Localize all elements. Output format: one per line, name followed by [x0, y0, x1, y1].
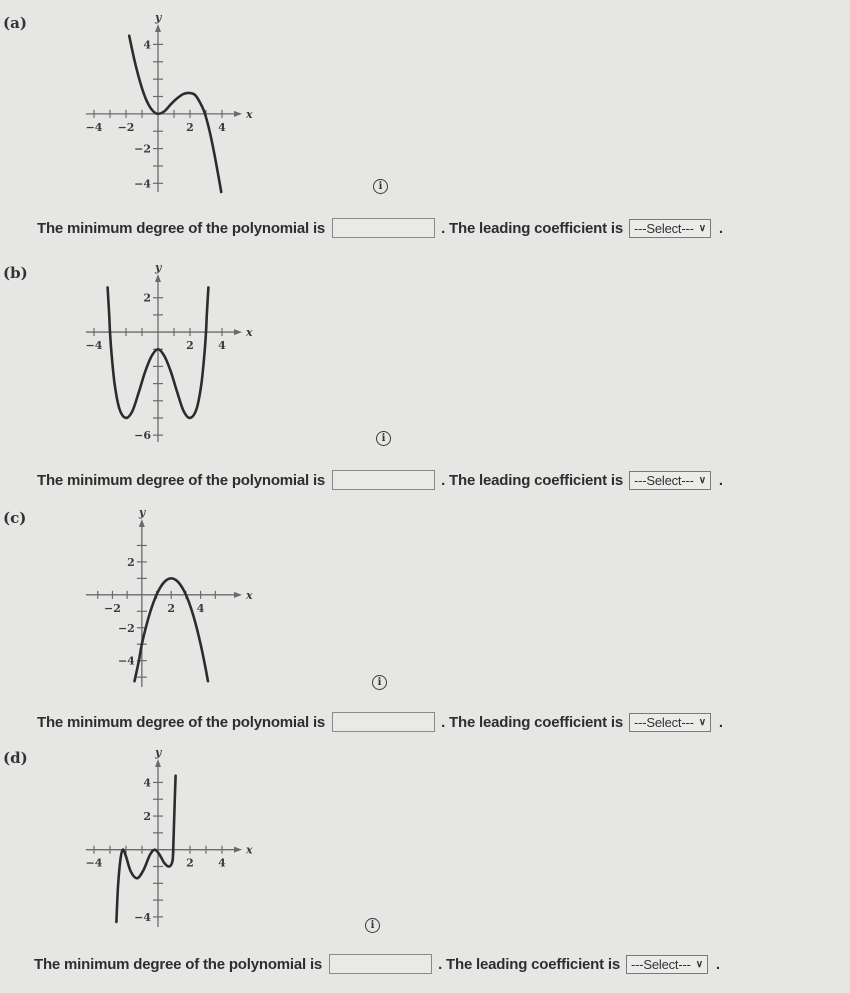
- polynomial-curve: [115, 774, 177, 924]
- x-axis-arrow: [234, 110, 242, 117]
- question-part-a: (a) −4 −2 2 4 4 −2 −4 x y i The minimum degree o…: [0, 0, 850, 250]
- y-tick-label: −4: [134, 911, 151, 924]
- select-value: ---Select---: [634, 472, 694, 488]
- question-row: The minimum degree of the polynomial is …: [34, 954, 720, 974]
- question-middle: . The leading coefficient is: [438, 955, 621, 973]
- leading-coefficient-select[interactable]: ---Select--- ∨: [629, 712, 711, 732]
- question-suffix: .: [718, 471, 723, 489]
- y-tick-label: 2: [143, 810, 151, 823]
- y-tick-label: 2: [127, 556, 135, 569]
- graph-d: −4 2 4 4 2 −4 x y: [78, 746, 253, 935]
- chevron-down-icon: ∨: [698, 716, 706, 728]
- degree-input[interactable]: [329, 954, 433, 974]
- y-axis-label: y: [154, 746, 163, 759]
- question-part-c: (c) −2 2 4 2 −2 −4 x y i The minimum degree of …: [0, 495, 850, 735]
- x-tick-label: −4: [86, 857, 103, 870]
- question-row: The minimum degree of the polynomial is …: [37, 218, 723, 238]
- y-tick-label: 4: [143, 776, 151, 789]
- question-suffix: .: [718, 219, 723, 237]
- graph-a: −4 −2 2 4 4 −2 −4 x y: [78, 11, 253, 200]
- graph-b: −4 2 4 2 −6 x y: [78, 261, 253, 450]
- y-axis-label: y: [138, 506, 147, 519]
- select-value: ---Select---: [634, 714, 694, 730]
- part-label: (c): [3, 509, 27, 527]
- x-tick-label: −4: [86, 339, 103, 352]
- info-icon[interactable]: i: [376, 431, 391, 446]
- y-tick-label: 4: [143, 38, 151, 51]
- question-prefix: The minimum degree of the polynomial is: [34, 955, 323, 973]
- part-label: (b): [3, 264, 28, 282]
- leading-coefficient-select[interactable]: ---Select--- ∨: [629, 470, 711, 490]
- y-axis-label: y: [154, 261, 163, 274]
- question-prefix: The minimum degree of the polynomial is: [37, 219, 326, 237]
- y-axis-arrow: [155, 24, 161, 32]
- y-axis-arrow: [155, 759, 161, 767]
- y-tick-label: −4: [118, 655, 135, 668]
- x-axis-arrow: [234, 846, 242, 853]
- x-tick-label: −2: [118, 121, 135, 134]
- degree-input[interactable]: [332, 470, 436, 490]
- y-tick-label: −2: [118, 622, 135, 635]
- question-middle: . The leading coefficient is: [441, 713, 624, 731]
- x-tick-label: −4: [86, 121, 103, 134]
- y-axis-label: y: [154, 11, 163, 24]
- leading-coefficient-select[interactable]: ---Select--- ∨: [629, 218, 711, 238]
- info-icon[interactable]: i: [372, 675, 387, 690]
- part-label: (a): [3, 14, 27, 32]
- graph-c: −2 2 4 2 −2 −4 x y: [78, 506, 253, 695]
- leading-coefficient-select[interactable]: ---Select--- ∨: [626, 954, 708, 974]
- question-suffix: .: [718, 713, 723, 731]
- x-tick-label: 2: [186, 339, 194, 352]
- question-suffix: .: [715, 955, 720, 973]
- y-tick-label: −4: [134, 177, 151, 190]
- x-axis-label: x: [245, 589, 253, 602]
- degree-input[interactable]: [332, 218, 436, 238]
- question-prefix: The minimum degree of the polynomial is: [37, 713, 326, 731]
- x-tick-label: −2: [104, 602, 121, 615]
- y-tick-label: −2: [134, 143, 151, 156]
- select-value: ---Select---: [634, 220, 694, 236]
- question-row: The minimum degree of the polynomial is …: [37, 712, 723, 732]
- x-tick-label: 2: [186, 857, 194, 870]
- x-axis-label: x: [245, 844, 253, 857]
- chevron-down-icon: ∨: [695, 958, 703, 970]
- question-row: The minimum degree of the polynomial is …: [37, 470, 723, 490]
- question-prefix: The minimum degree of the polynomial is: [37, 471, 326, 489]
- x-tick-label: 4: [218, 121, 226, 134]
- info-icon[interactable]: i: [373, 179, 388, 194]
- question-middle: . The leading coefficient is: [441, 219, 624, 237]
- x-axis-label: x: [245, 326, 253, 339]
- degree-input[interactable]: [332, 712, 436, 732]
- y-axis-arrow: [155, 274, 161, 282]
- chevron-down-icon: ∨: [698, 222, 706, 234]
- info-icon[interactable]: i: [365, 918, 380, 933]
- x-tick-label: 2: [186, 121, 194, 134]
- x-tick-label: 4: [197, 602, 205, 615]
- x-tick-label: 4: [218, 857, 226, 870]
- chevron-down-icon: ∨: [698, 474, 706, 486]
- question-part-b: (b) −4 2 4 2 −6 x y i The minimum degree of th…: [0, 250, 850, 495]
- question-part-d: (d) −4 2 4 4 2 −4 x y i The minimum degree of t…: [0, 735, 850, 993]
- x-axis-arrow: [234, 329, 242, 336]
- question-middle: . The leading coefficient is: [441, 471, 624, 489]
- part-label: (d): [3, 749, 28, 767]
- y-tick-label: −6: [134, 429, 151, 442]
- x-axis-label: x: [245, 108, 253, 121]
- y-axis-arrow: [138, 519, 145, 527]
- y-tick-label: 2: [143, 292, 151, 305]
- x-axis-arrow: [234, 591, 242, 598]
- x-tick-label: 4: [218, 339, 226, 352]
- select-value: ---Select---: [631, 956, 691, 972]
- x-tick-label: 2: [167, 602, 175, 615]
